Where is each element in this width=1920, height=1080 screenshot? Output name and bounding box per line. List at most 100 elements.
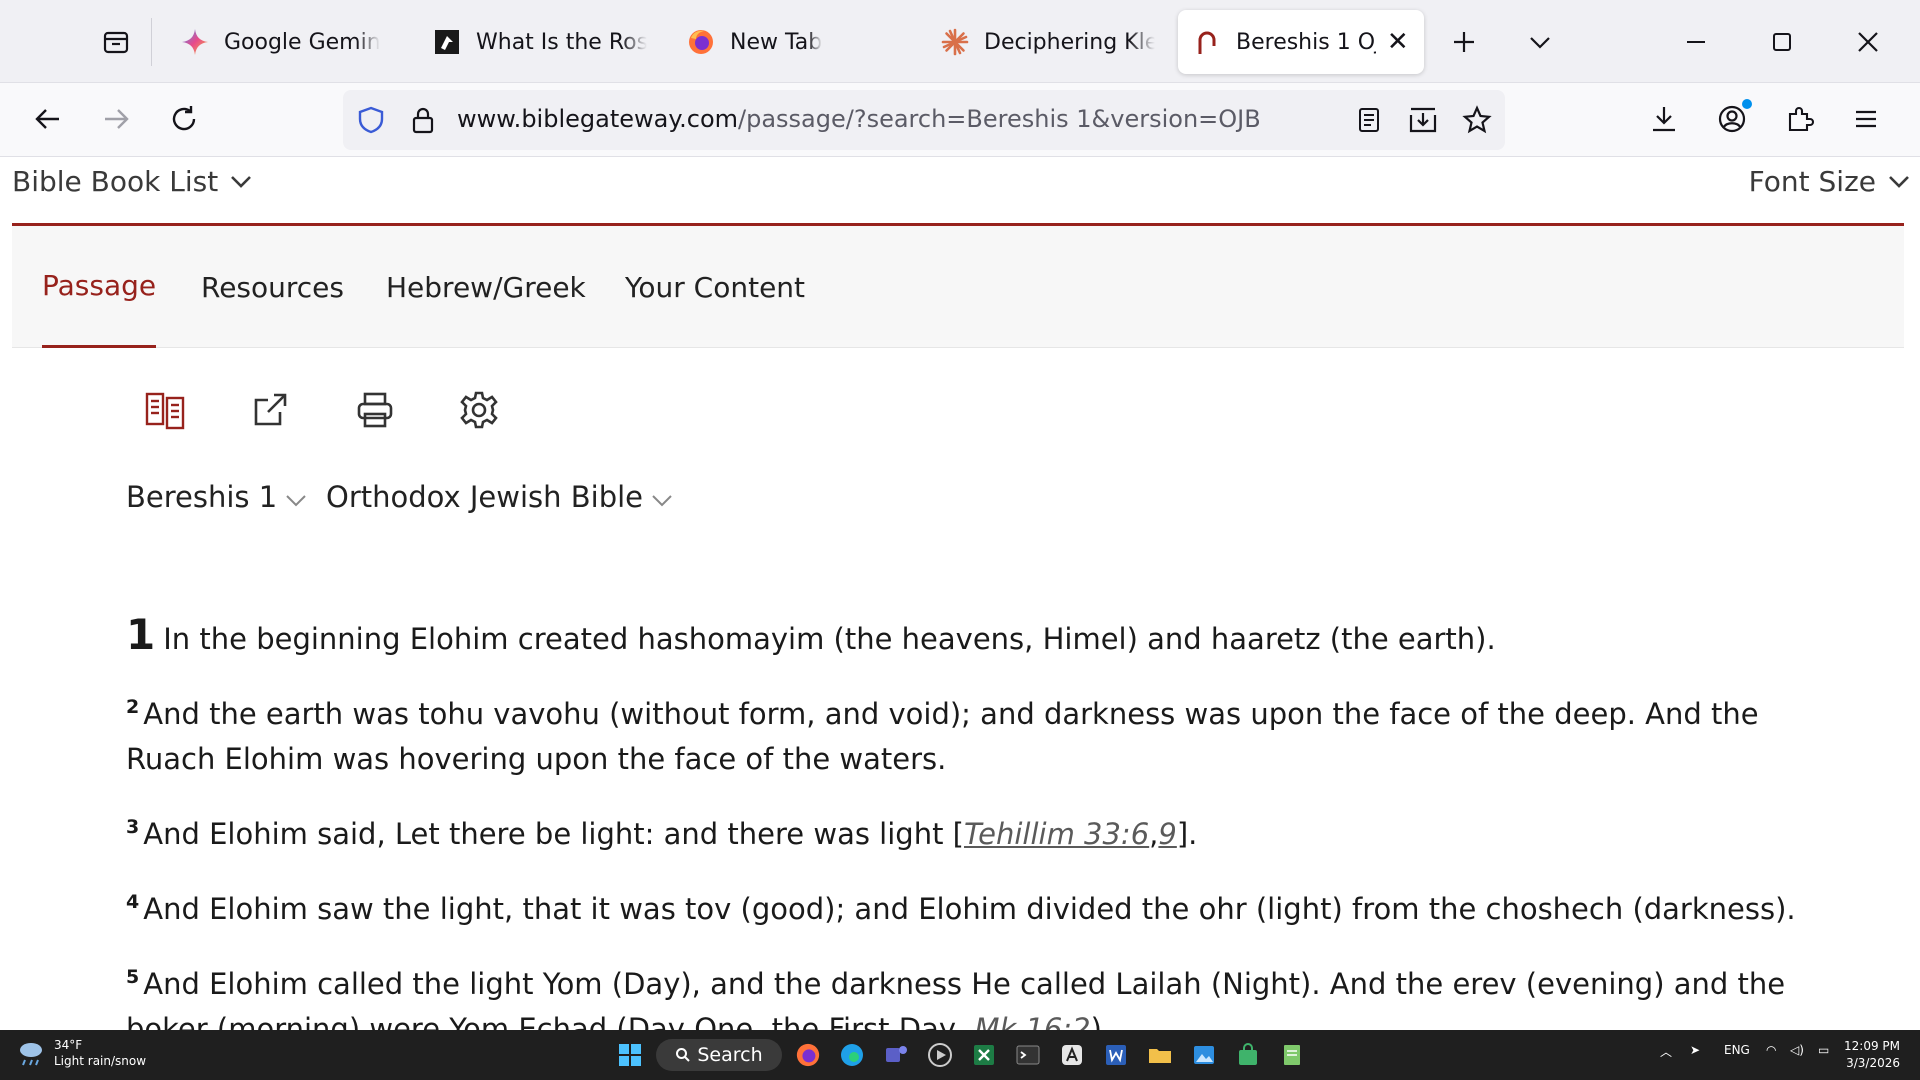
tab-label: New Tab: [730, 29, 823, 55]
start-button[interactable]: [614, 1039, 646, 1071]
cross-reference-link[interactable]: Mk 16:2: [974, 1012, 1090, 1030]
save-to-pocket-icon[interactable]: [1405, 102, 1441, 138]
subtab-passage[interactable]: Passage: [42, 226, 157, 348]
battery-icon[interactable]: ▭: [1818, 1043, 1829, 1057]
folder-icon: [1149, 1049, 1171, 1063]
xref-separator: ,: [1149, 817, 1159, 851]
web-page: Bible Book List Font Size Passage Resour…: [0, 157, 1920, 1030]
verse-text: And Elohim called the light Yom (Day), a…: [126, 967, 1786, 1030]
taskbar-media-player[interactable]: [924, 1039, 956, 1071]
verse-1: 1 In the beginning Elohim created hashoma…: [126, 612, 1826, 662]
system-clock[interactable]: 12:09 PM 3/3/2026: [1844, 1038, 1900, 1072]
verse-text: And the earth was tohu vavohu (without f…: [126, 697, 1759, 776]
passage-reference-dropdown[interactable]: Bereshis 1: [126, 480, 307, 514]
external-share-icon: [254, 393, 287, 426]
excel-icon: [974, 1045, 994, 1065]
tab-list-button[interactable]: [80, 18, 152, 66]
clock-time: 12:09 PM: [1844, 1039, 1900, 1053]
taskbar-search[interactable]: Search: [656, 1039, 782, 1071]
location-arrow-icon: ➤: [1690, 1043, 1701, 1057]
play-circle-icon: [928, 1043, 952, 1067]
teams-icon: [886, 1046, 907, 1062]
bible-book-list-toggle[interactable]: Bible Book List: [12, 165, 252, 198]
rain-cloud-icon: [20, 1043, 42, 1066]
chevron-down-icon: [285, 494, 307, 508]
tab-strip: Google Gemini What Is the Rosetta Stone …: [0, 0, 1920, 83]
app-menu-button[interactable]: [1842, 95, 1890, 143]
taskbar-notepad[interactable]: [1276, 1039, 1308, 1071]
font-size-toggle[interactable]: Font Size: [1749, 165, 1910, 198]
subtab-your-content[interactable]: Your Content: [625, 226, 805, 348]
url-text[interactable]: www.biblegateway.com/passage/?search=Ber…: [457, 105, 1261, 133]
taskbar-app-store[interactable]: [1232, 1039, 1264, 1071]
back-button[interactable]: [24, 95, 72, 143]
bible-version-dropdown[interactable]: Orthodox Jewish Bible: [326, 480, 673, 514]
print-button[interactable]: [352, 387, 398, 433]
lock-icon[interactable]: [405, 102, 441, 138]
close-tab-icon[interactable]: ✕: [1386, 27, 1410, 57]
taskbar-terminal[interactable]: [1012, 1039, 1044, 1071]
account-button[interactable]: [1708, 95, 1756, 143]
verse-2: 2 And the earth was tohu vavohu (without …: [126, 692, 1826, 782]
bookmark-star-icon[interactable]: [1459, 102, 1495, 138]
reload-icon: [172, 106, 196, 131]
verse-number: 2: [126, 696, 140, 719]
shield-icon[interactable]: [353, 102, 389, 138]
taskbar-photos[interactable]: [1188, 1039, 1220, 1071]
taskbar-teams[interactable]: [880, 1039, 912, 1071]
url-path: /passage/?search=Bereshis 1&version=OJB: [738, 105, 1261, 133]
address-bar[interactable]: www.biblegateway.com/passage/?search=Ber…: [343, 90, 1505, 150]
word-icon: [1106, 1045, 1126, 1065]
cross-reference-link[interactable]: 9: [1158, 817, 1176, 851]
weather-widget[interactable]: 34°F Light rain/snow: [16, 1037, 146, 1069]
settings-button[interactable]: [456, 387, 502, 433]
taskbar-app-a[interactable]: [1056, 1039, 1088, 1071]
photos-icon: [1194, 1046, 1214, 1064]
subtab-hebrew-greek[interactable]: Hebrew/Greek: [386, 226, 586, 348]
tab-rosetta-stone[interactable]: What Is the Rosetta Stone: [432, 10, 647, 74]
printer-icon: [357, 392, 393, 428]
downloads-button[interactable]: [1640, 95, 1688, 143]
reload-button[interactable]: [160, 95, 208, 143]
minimize-button[interactable]: [1674, 22, 1718, 62]
list-all-tabs-button[interactable]: [1518, 22, 1562, 62]
tab-bereshis-active[interactable]: Bereshis 1 OJB ✕: [1178, 10, 1424, 74]
windows-logo-icon: [619, 1044, 641, 1066]
subtab-resources[interactable]: Resources: [201, 226, 344, 348]
share-button[interactable]: [247, 387, 293, 433]
maximize-icon: [1773, 33, 1791, 51]
chevron-down-icon: [230, 175, 252, 189]
parallel-book-icon: [145, 392, 185, 430]
tab-google-gemini[interactable]: Google Gemini: [180, 10, 380, 74]
hamburger-menu-icon: [1856, 110, 1876, 128]
extensions-button[interactable]: [1776, 95, 1824, 143]
close-window-button[interactable]: [1846, 22, 1890, 62]
taskbar-excel[interactable]: [968, 1039, 1000, 1071]
tab-deciphering-kleopatra[interactable]: Deciphering Kleopatra: [940, 10, 1155, 74]
verse-text: In the beginning Elohim created hashomay…: [163, 622, 1496, 656]
input-language[interactable]: ENG: [1724, 1043, 1750, 1057]
forward-button[interactable]: [92, 95, 140, 143]
clock-date: 3/3/2026: [1846, 1056, 1900, 1070]
reader-view-icon[interactable]: [1351, 102, 1387, 138]
search-icon: [676, 1048, 691, 1062]
plus-icon: [1454, 32, 1474, 52]
cross-reference-link[interactable]: Tehillim 33:6: [964, 817, 1149, 851]
taskbar-edge[interactable]: [836, 1039, 868, 1071]
show-hidden-icons-chevron-icon[interactable]: ︿: [1660, 1043, 1672, 1060]
taskbar-file-explorer[interactable]: [1144, 1039, 1176, 1071]
bible-book-list-label: Bible Book List: [12, 165, 219, 198]
verse-number: 4: [126, 891, 140, 914]
maximize-button[interactable]: [1760, 22, 1804, 62]
new-tab-button[interactable]: [1442, 22, 1486, 62]
arrow-left-icon: [35, 109, 59, 129]
taskbar-word[interactable]: [1100, 1039, 1132, 1071]
tab-label: Deciphering Kleopatra: [984, 29, 1155, 55]
parallel-view-button[interactable]: [142, 387, 188, 433]
passage-tools: [0, 387, 1920, 437]
volume-icon[interactable]: ◁): [1790, 1043, 1804, 1057]
taskbar-firefox[interactable]: [792, 1039, 824, 1071]
wifi-icon[interactable]: ◠: [1766, 1043, 1776, 1057]
tab-label: What Is the Rosetta Stone: [476, 29, 647, 55]
tab-new-tab[interactable]: New Tab: [686, 10, 886, 74]
